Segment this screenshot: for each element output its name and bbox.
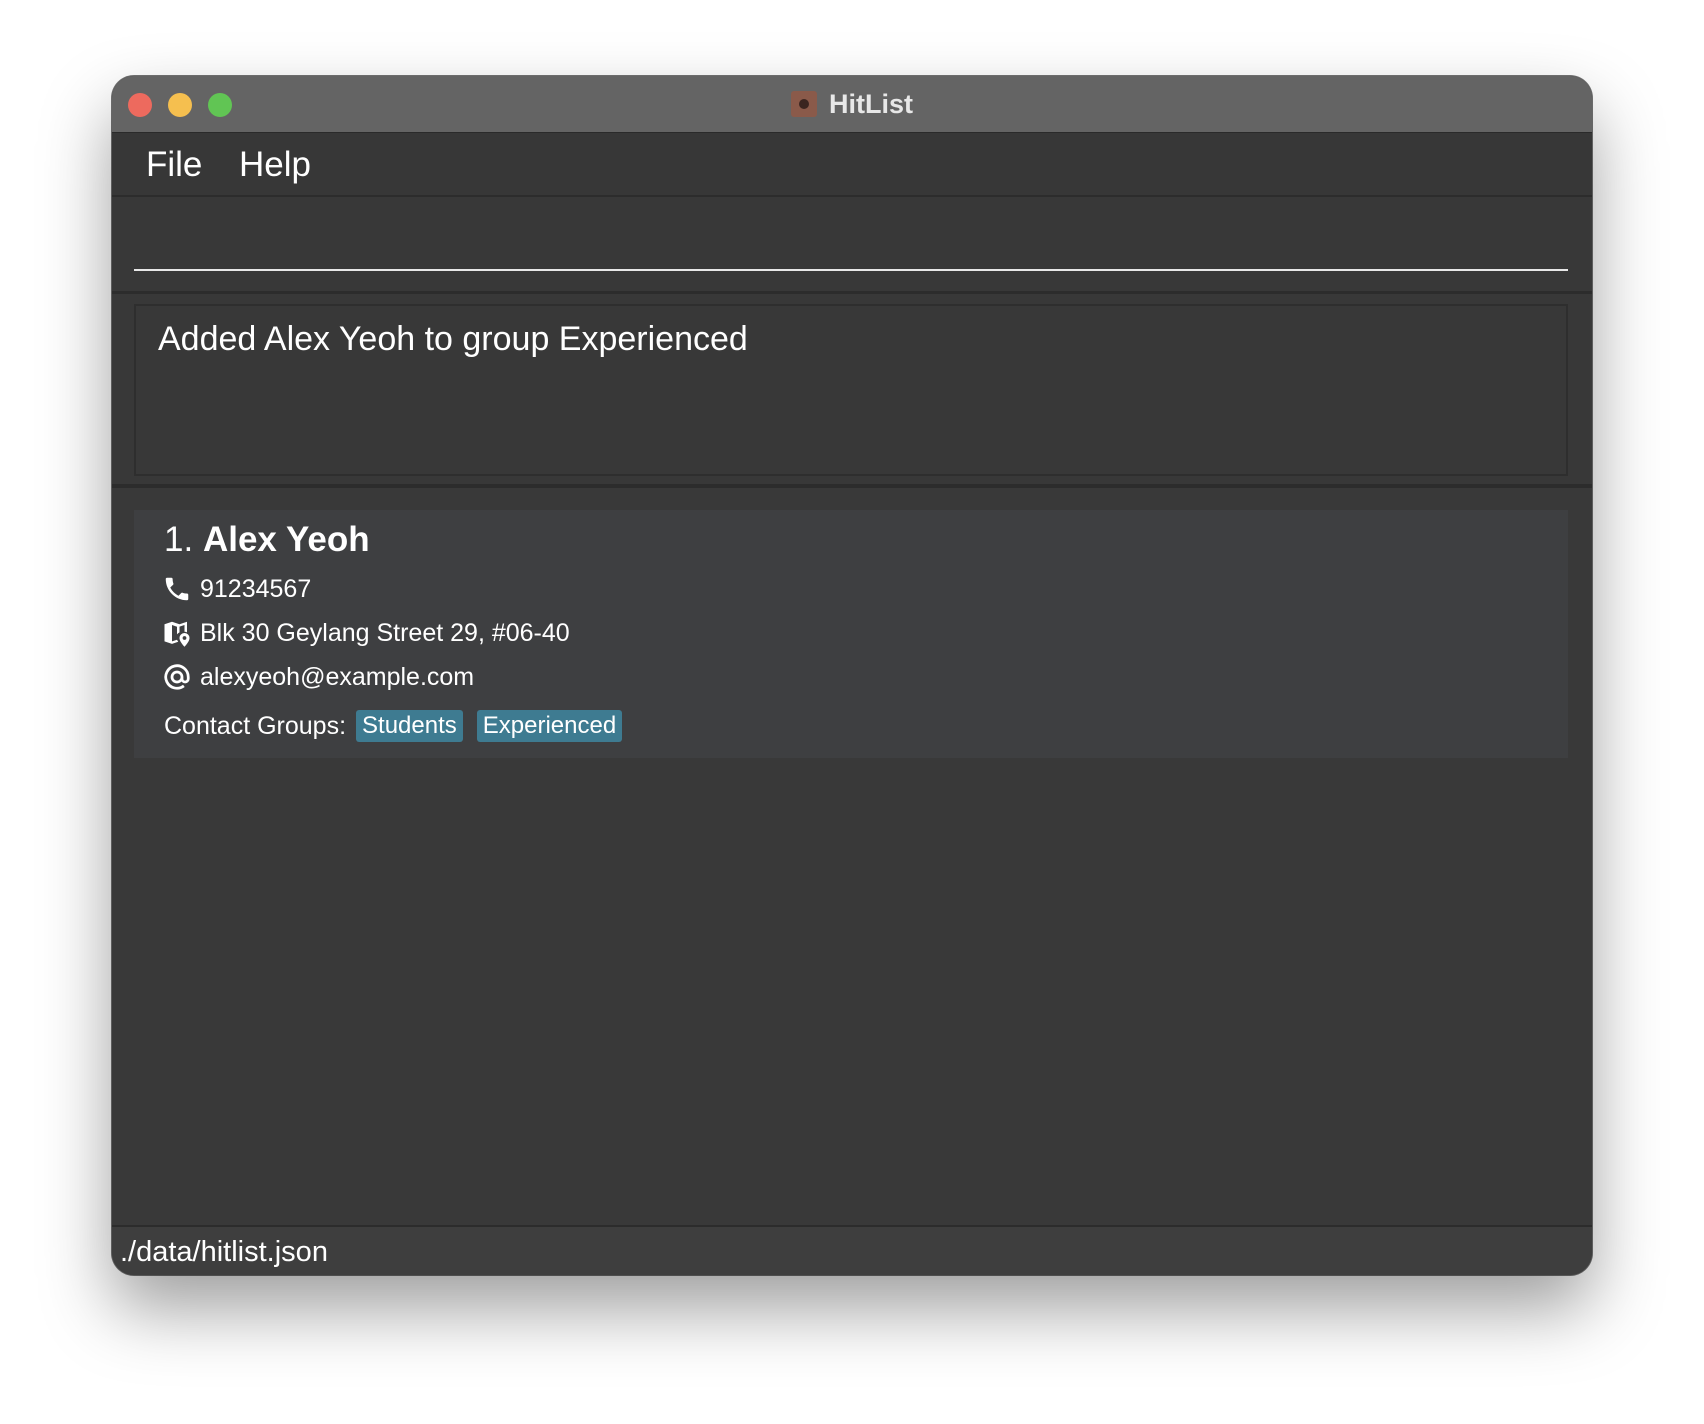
menu-file[interactable]: File — [146, 145, 202, 185]
result-display: Added Alex Yeoh to group Experienced — [134, 304, 1568, 476]
menu-help[interactable]: Help — [239, 145, 311, 185]
result-display-panel: Added Alex Yeoh to group Experienced — [112, 294, 1592, 488]
phone-icon — [162, 574, 192, 604]
app-logo-icon — [791, 91, 817, 117]
menu-bar: File Help — [112, 133, 1592, 197]
status-bar: ./data/hitlist.json — [112, 1225, 1592, 1275]
person-email: alexyeoh@example.com — [200, 662, 475, 691]
command-input[interactable] — [134, 213, 1568, 271]
contact-groups-row: Contact Groups: Students Experienced — [164, 710, 636, 742]
person-index: 1. — [164, 520, 194, 559]
save-location: ./data/hitlist.json — [120, 1236, 328, 1268]
title-wrap: HitList — [112, 76, 1592, 132]
person-phone-row: 91234567 — [162, 574, 311, 604]
person-name: Alex Yeoh — [202, 520, 370, 559]
person-card[interactable]: 1. Alex Yeoh 91234567 Blk 30 Geylang Str — [134, 510, 1568, 758]
person-email-row: alexyeoh@example.com — [162, 662, 474, 692]
contact-groups-label: Contact Groups: — [164, 711, 347, 740]
command-box — [112, 197, 1592, 294]
person-phone: 91234567 — [200, 574, 312, 603]
at-icon — [162, 662, 192, 692]
app-window: HitList File Help Added Alex Yeoh to gro… — [112, 76, 1592, 1275]
group-tag: Students — [356, 710, 463, 742]
person-address-row: Blk 30 Geylang Street 29, #06-40 — [162, 618, 570, 648]
map-icon — [162, 618, 192, 648]
title-bar: HitList — [112, 76, 1592, 133]
person-name-row: 1. Alex Yeoh — [164, 520, 370, 560]
group-tag: Experienced — [476, 710, 623, 742]
person-address: Blk 30 Geylang Street 29, #06-40 — [200, 618, 570, 647]
window-title: HitList — [829, 88, 913, 119]
result-message: Added Alex Yeoh to group Experienced — [158, 320, 748, 358]
person-list[interactable]: 1. Alex Yeoh 91234567 Blk 30 Geylang Str — [112, 488, 1592, 1225]
